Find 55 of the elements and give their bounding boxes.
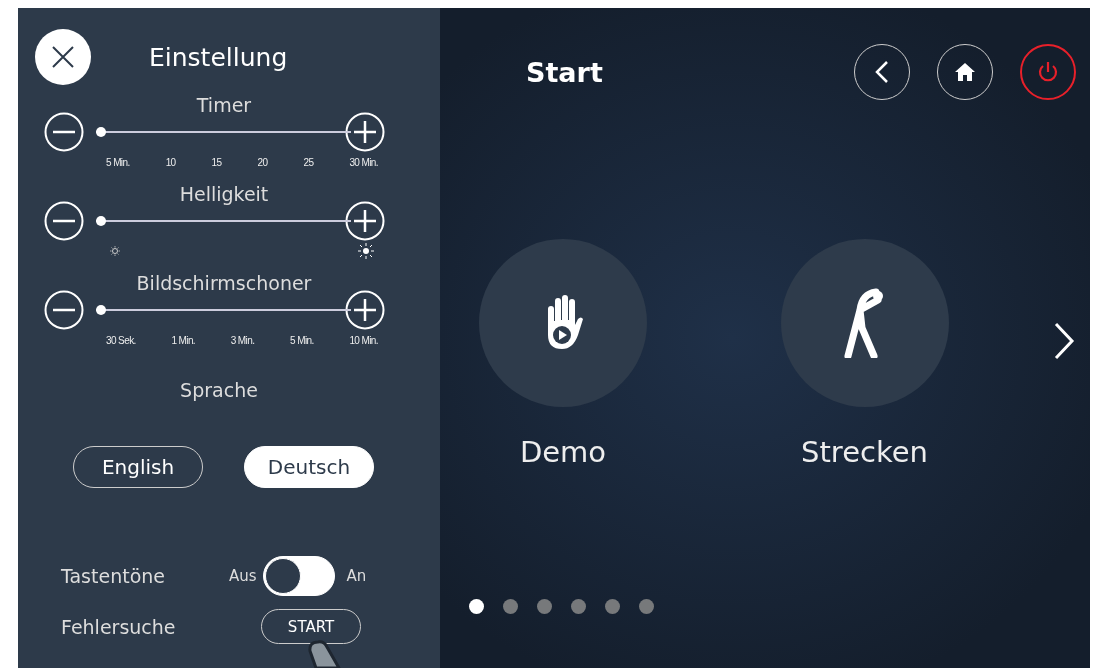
power-button[interactable] (1020, 44, 1076, 100)
tick-label: 20 (257, 156, 268, 168)
minus-icon (44, 112, 84, 152)
language-label: Sprache (180, 378, 258, 402)
tick-label: 30 Sek. (106, 334, 136, 346)
tile-label: Demo (519, 435, 607, 469)
tick-label: 5 Min. (290, 334, 314, 346)
panel-title: Einstellung (149, 42, 288, 72)
tick-label: 3 Min. (230, 334, 255, 346)
slider-label: Timer (196, 94, 252, 116)
slider-thumb[interactable] (96, 127, 106, 137)
close-button[interactable] (35, 29, 91, 85)
plus-button[interactable] (345, 201, 385, 241)
plus-icon (345, 201, 385, 241)
bright-sun-icon (358, 243, 374, 259)
tick-label: 10 Min. (349, 334, 378, 346)
slider-label: Helligkeit (179, 183, 269, 205)
off-label: Aus (229, 567, 257, 585)
page-dot[interactable] (503, 599, 518, 614)
page-dot[interactable] (469, 599, 484, 614)
on-label: An (346, 567, 367, 585)
minus-button[interactable] (44, 112, 84, 152)
minus-button[interactable] (44, 201, 84, 241)
slider-thumb[interactable] (96, 305, 106, 315)
minus-icon (44, 201, 84, 241)
tick-label: 1 Min. (171, 334, 196, 346)
tick-label: 30 Min. (349, 156, 378, 168)
key-tones-label: Tastentöne (61, 565, 166, 587)
home-icon (955, 63, 975, 81)
minus-button[interactable] (44, 290, 84, 330)
page-dot[interactable] (639, 599, 654, 614)
finger-pointer-drawing (308, 640, 342, 668)
language-button[interactable]: Deutsch (244, 446, 374, 488)
minus-icon (44, 290, 84, 330)
slider-thumb[interactable] (96, 216, 106, 226)
page-dot[interactable] (537, 599, 552, 614)
tick-label: 10 (165, 156, 176, 168)
page-dot[interactable] (605, 599, 620, 614)
screen-title: Start (526, 56, 603, 88)
tick-label: 5 Min. (106, 156, 130, 168)
page-dot[interactable] (571, 599, 586, 614)
tile-label: Strecken (801, 435, 928, 469)
slider-label: Bildschirmschoner (136, 272, 312, 294)
back-icon (875, 60, 889, 84)
tick-label: 25 (303, 156, 314, 168)
troubleshooting-label: Fehlersuche (61, 615, 177, 638)
plus-icon (345, 290, 385, 330)
tick-label: 15 (211, 156, 222, 168)
close-icon (51, 45, 75, 69)
plus-icon (345, 112, 385, 152)
toggle-switch[interactable] (262, 556, 335, 596)
dim-sun-icon (110, 246, 120, 256)
power-icon (1037, 61, 1059, 83)
plus-button[interactable] (345, 290, 385, 330)
plus-button[interactable] (345, 112, 385, 152)
